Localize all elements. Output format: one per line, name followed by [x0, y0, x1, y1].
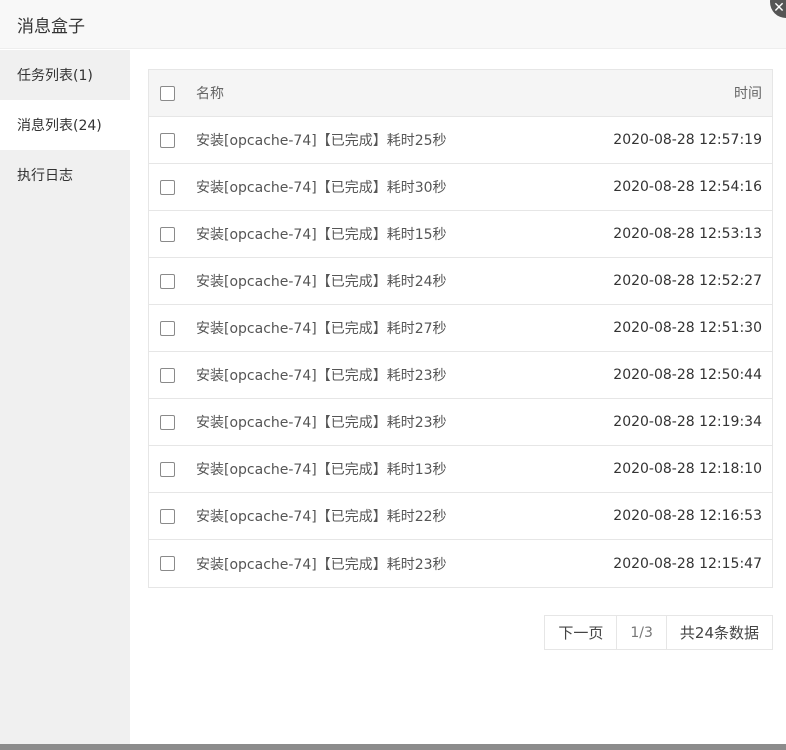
- message-name: 安装[opcache-74]【已完成】耗时15秒: [196, 227, 447, 243]
- sidebar-item-messages[interactable]: 消息列表(24): [0, 100, 130, 150]
- message-time: 2020-08-28 12:15:47: [613, 555, 762, 572]
- row-checkbox[interactable]: [160, 132, 175, 148]
- sidebar-item-logs[interactable]: 执行日志: [0, 150, 130, 200]
- column-header-name: 名称: [196, 86, 224, 102]
- page-indicator: 1/3: [617, 616, 667, 649]
- row-checkbox[interactable]: [160, 508, 175, 524]
- message-name: 安装[opcache-74]【已完成】耗时24秒: [196, 274, 447, 290]
- table-row: 安装[opcache-74]【已完成】耗时23秒 2020-08-28 12:5…: [149, 352, 772, 399]
- dialog-header: 消息盒子: [0, 0, 786, 49]
- message-name: 安装[opcache-74]【已完成】耗时25秒: [196, 133, 447, 149]
- message-time: 2020-08-28 12:53:13: [613, 226, 762, 242]
- message-box-dialog: 消息盒子 ✕ 任务列表(1) 消息列表(24) 执行日志 名称 时间 安装[op…: [0, 0, 786, 744]
- sidebar-item-label: 执行日志: [17, 168, 73, 184]
- row-checkbox[interactable]: [160, 320, 175, 336]
- row-checkbox[interactable]: [160, 179, 175, 195]
- row-checkbox[interactable]: [160, 273, 175, 289]
- pagination: 下一页 1/3 共24条数据: [544, 615, 773, 650]
- dialog-title: 消息盒子: [17, 16, 85, 37]
- column-header-time: 时间: [734, 86, 762, 102]
- message-name: 安装[opcache-74]【已完成】耗时13秒: [196, 462, 447, 478]
- sidebar-item-tasks[interactable]: 任务列表(1): [0, 50, 130, 100]
- message-time: 2020-08-28 12:54:16: [613, 179, 762, 195]
- row-checkbox[interactable]: [160, 556, 175, 571]
- table-row: 安装[opcache-74]【已完成】耗时24秒 2020-08-28 12:5…: [149, 258, 772, 305]
- message-name: 安装[opcache-74]【已完成】耗时23秒: [196, 415, 447, 431]
- table-row: 安装[opcache-74]【已完成】耗时23秒 2020-08-28 12:1…: [149, 399, 772, 446]
- message-time: 2020-08-28 12:50:44: [613, 367, 762, 383]
- table-row: 安装[opcache-74]【已完成】耗时27秒 2020-08-28 12:5…: [149, 305, 772, 352]
- table-header-row: 名称 时间: [149, 70, 772, 117]
- table-row: 安装[opcache-74]【已完成】耗时25秒 2020-08-28 12:5…: [149, 117, 772, 164]
- message-list-panel: 名称 时间 安装[opcache-74]【已完成】耗时25秒 2020-08-2…: [148, 69, 773, 650]
- row-checkbox[interactable]: [160, 461, 175, 477]
- select-all-checkbox[interactable]: [160, 85, 175, 101]
- message-name: 安装[opcache-74]【已完成】耗时30秒: [196, 180, 447, 196]
- message-time: 2020-08-28 12:16:53: [613, 508, 762, 524]
- message-time: 2020-08-28 12:51:30: [613, 320, 762, 336]
- total-count: 共24条数据: [679, 624, 759, 642]
- close-button[interactable]: ✕: [770, 0, 786, 18]
- message-time: 2020-08-28 12:19:34: [613, 414, 762, 430]
- table-row: 安装[opcache-74]【已完成】耗时30秒 2020-08-28 12:5…: [149, 164, 772, 211]
- message-name: 安装[opcache-74]【已完成】耗时23秒: [196, 368, 447, 384]
- next-page-button[interactable]: 下一页: [545, 616, 618, 649]
- sidebar: 任务列表(1) 消息列表(24) 执行日志: [0, 50, 130, 744]
- message-name: 安装[opcache-74]【已完成】耗时27秒: [196, 321, 447, 337]
- table-row: 安装[opcache-74]【已完成】耗时15秒 2020-08-28 12:5…: [149, 211, 772, 258]
- message-table: 名称 时间 安装[opcache-74]【已完成】耗时25秒 2020-08-2…: [148, 69, 773, 588]
- table-row: 安装[opcache-74]【已完成】耗时13秒 2020-08-28 12:1…: [149, 446, 772, 493]
- sidebar-item-label: 消息列表(24): [17, 118, 102, 134]
- table-row: 安装[opcache-74]【已完成】耗时23秒 2020-08-28 12:1…: [149, 540, 772, 587]
- message-time: 2020-08-28 12:52:27: [613, 273, 762, 289]
- message-time: 2020-08-28 12:57:19: [613, 132, 762, 148]
- row-checkbox[interactable]: [160, 367, 175, 383]
- sidebar-item-label: 任务列表(1): [17, 68, 93, 84]
- table-row: 安装[opcache-74]【已完成】耗时22秒 2020-08-28 12:1…: [149, 493, 772, 540]
- bottom-edge-bar: [0, 744, 786, 750]
- message-name: 安装[opcache-74]【已完成】耗时23秒: [196, 556, 447, 573]
- close-icon: ✕: [773, 0, 785, 16]
- row-checkbox[interactable]: [160, 414, 175, 430]
- message-name: 安装[opcache-74]【已完成】耗时22秒: [196, 509, 447, 525]
- message-time: 2020-08-28 12:18:10: [613, 461, 762, 477]
- row-checkbox[interactable]: [160, 226, 175, 242]
